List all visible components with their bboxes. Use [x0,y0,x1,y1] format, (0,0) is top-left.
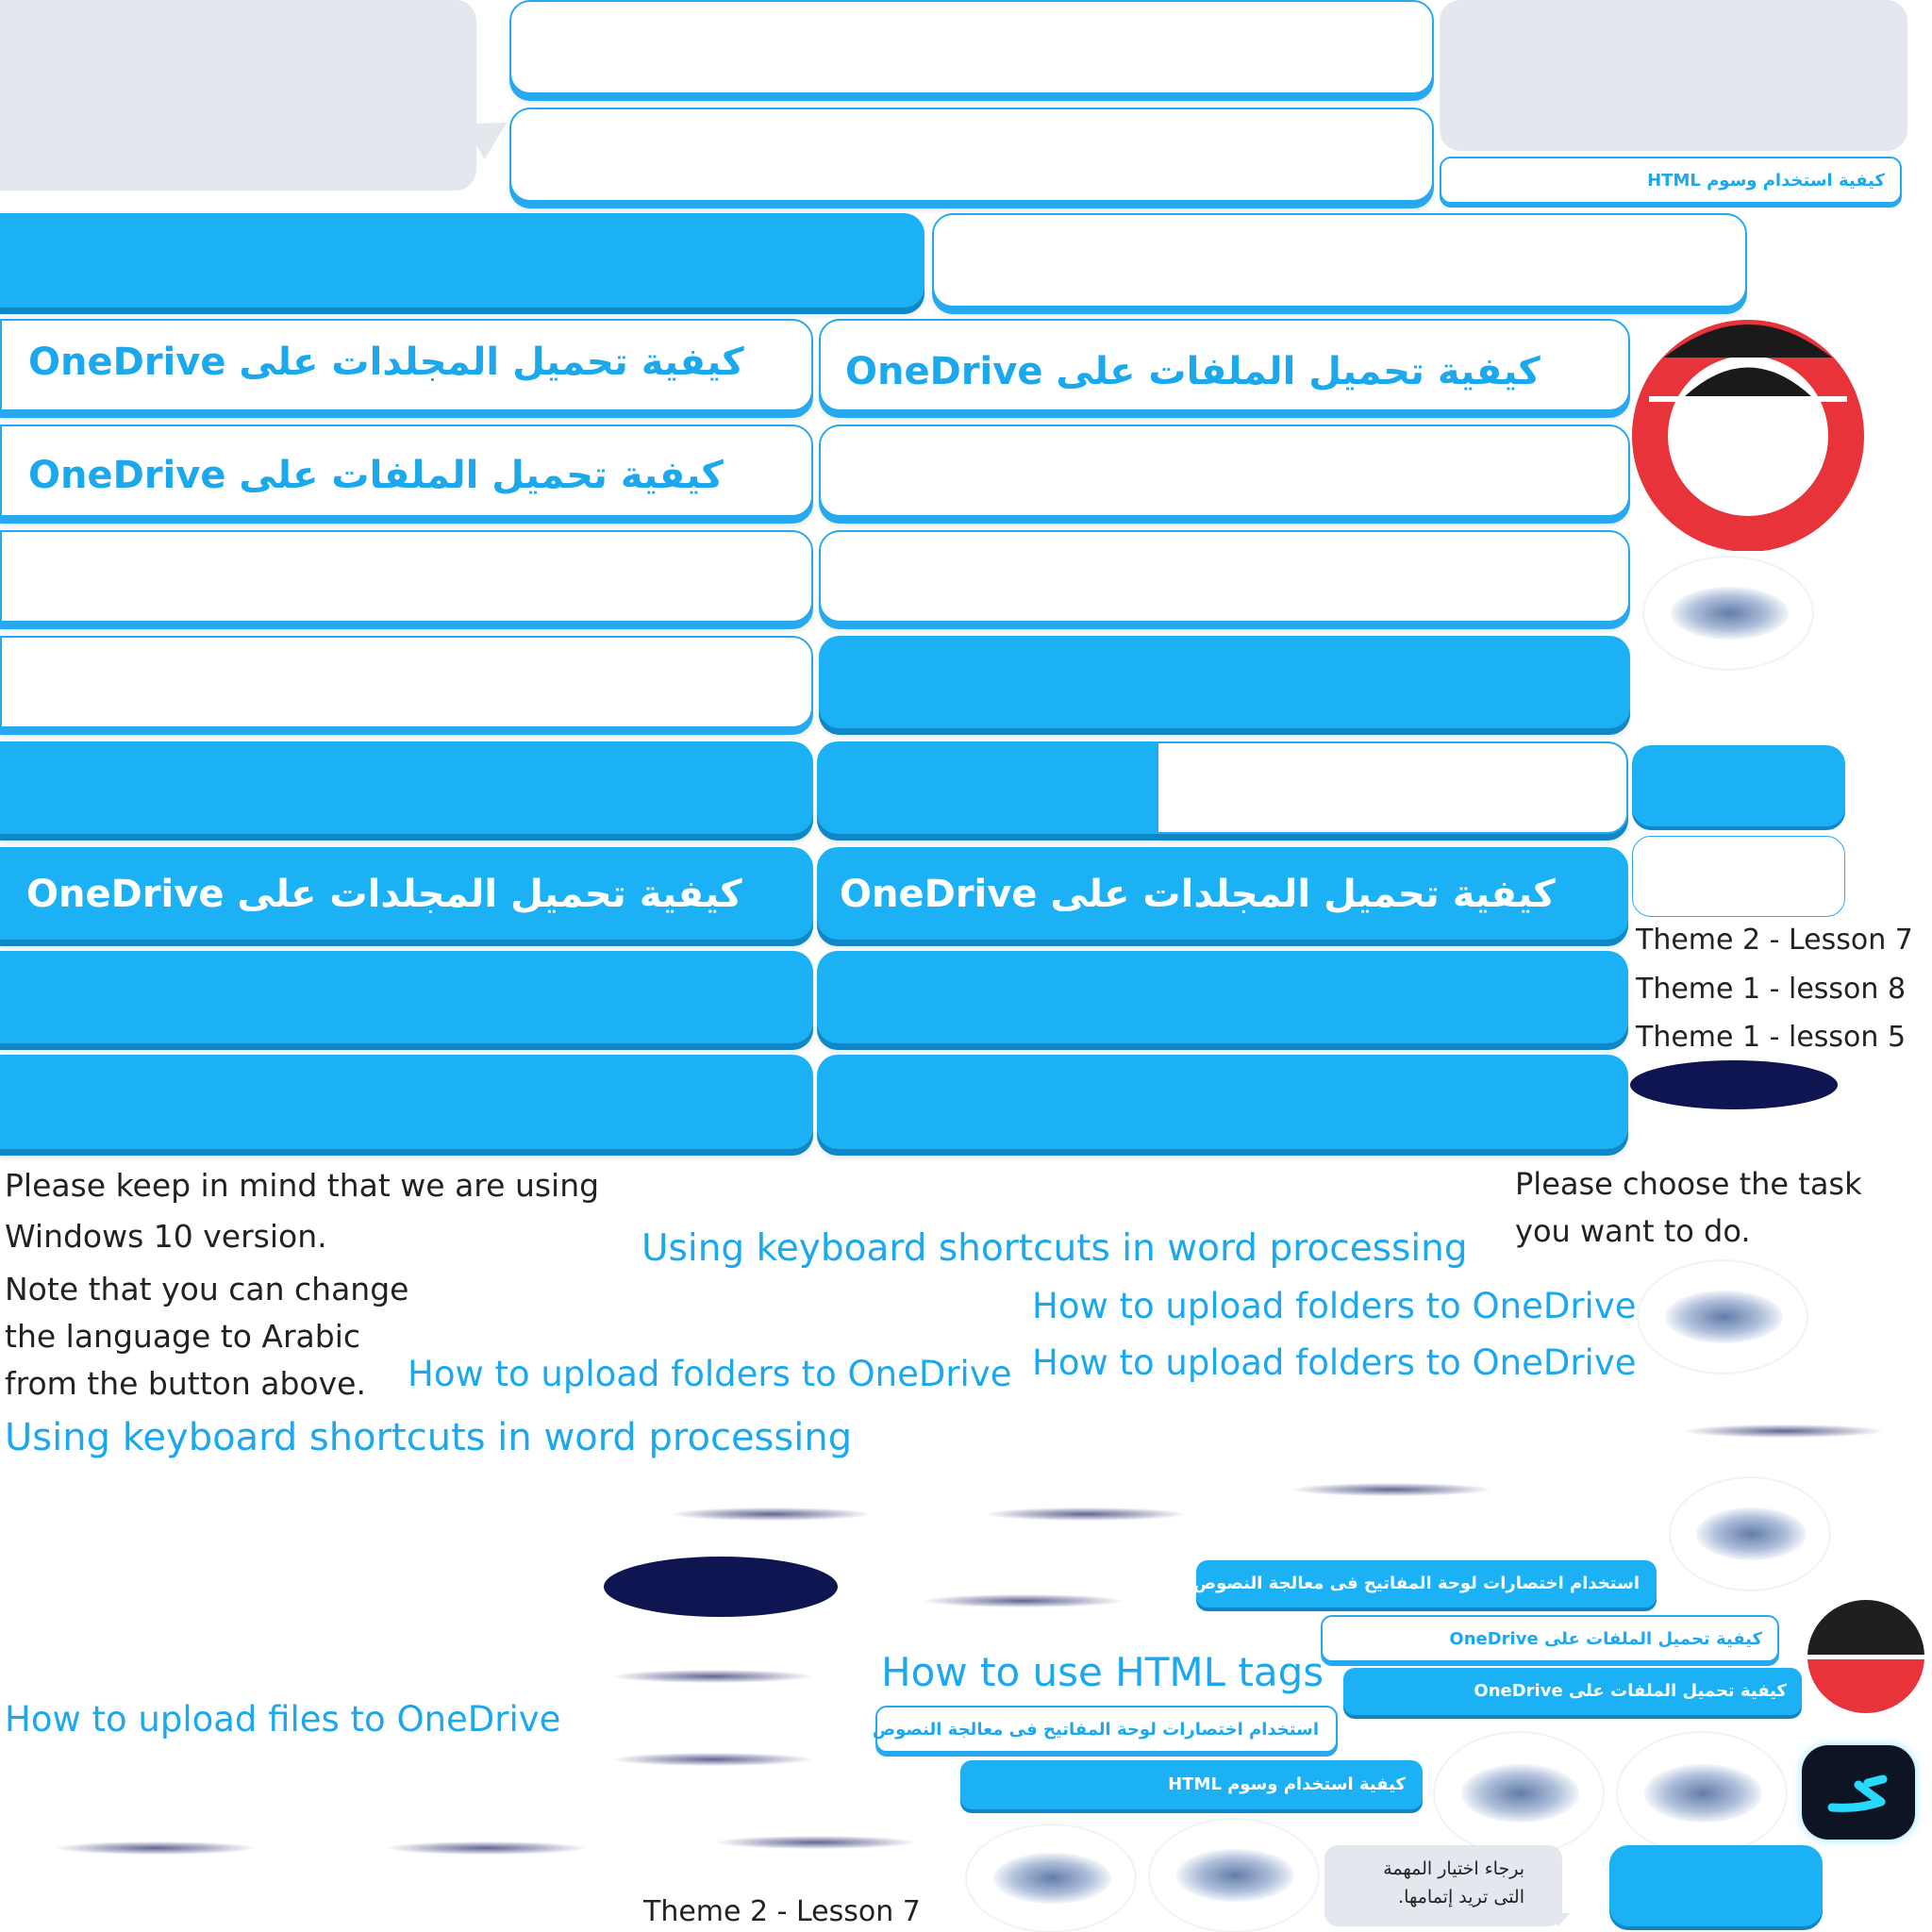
upload-files-button-white[interactable]: كيفية تحميل الملفات على OneDrive [819,319,1630,411]
shadow-line-icon [924,1594,1123,1607]
blurred-avatar-icon [1617,1732,1787,1855]
empty-button-white-r3[interactable] [819,530,1630,623]
shortcuts-button-white[interactable]: استخدام اختصارات لوحة المفاتيح فى معالجة… [872,1706,1338,1753]
empty-button-white-l4[interactable] [0,636,813,728]
folders-label-1: How to upload folders to OneDrive [1032,1286,1637,1326]
button-label: كيفية استخدام وسوم HTML [1168,1774,1406,1794]
speech-bubble-arabic: برجاء اختيار المهمة التى تريد إتمامها. [1324,1845,1562,1926]
note-line-5: from the button above. [5,1365,366,1402]
button-label: استخدام اختصارات لوحة المفاتيح فى معالجة… [1192,1574,1640,1593]
shadow-line-icon [1292,1483,1491,1496]
button-label: كيفية تحميل الملفات على OneDrive [1474,1681,1787,1701]
button-label: كيفية تحميل الملفات على OneDrive [1449,1629,1762,1649]
note-line-2: Windows 10 version. [5,1218,327,1255]
button-label: كيفية تحميل الملفات على OneDrive [845,350,1541,393]
choose-line-1: Please choose the task [1515,1166,1862,1202]
note-line-1: Please keep in mind that we are using [5,1167,600,1204]
blurred-avatar-icon [966,1824,1136,1932]
choose-line-2: you want to do. [1515,1213,1751,1249]
blurred-avatar-icon [1638,1260,1807,1374]
folders-label-2: How to upload folders to OneDrive [1032,1342,1637,1383]
html-tags-button-top[interactable]: كيفية استخدام وسوم HTML [1440,157,1902,204]
shadow-line-icon [387,1841,585,1855]
blurred-avatar-icon [1670,1477,1830,1591]
small-white-button[interactable] [1632,836,1845,917]
upload-files-button-small-blue[interactable]: كيفية تحميل الملفات على OneDrive [1343,1668,1802,1715]
html-tags-label: How to use HTML tags [881,1649,1324,1695]
speech-line-1: برجاء اختيار المهمة [1383,1858,1524,1879]
html-tags-button-blue[interactable]: كيفية استخدام وسوم HTML [960,1760,1423,1809]
arabic-letter-glow-icon[interactable] [1802,1745,1915,1840]
note-line-4: the language to Arabic [5,1318,361,1355]
button-label: كيفية استخدام وسوم HTML [1647,171,1885,191]
shadow-line-icon [613,1753,811,1766]
shortcuts-label-1: Using keyboard shortcuts in word process… [641,1227,1468,1270]
blue-bar-wide[interactable] [0,213,924,308]
empty-panel-top-2[interactable] [509,108,1434,202]
speech-line-2: التى تريد إتمامها. [1398,1887,1524,1907]
empty-button-blue-l7[interactable] [0,951,813,1043]
empty-button-blue-l5[interactable] [0,741,813,834]
small-blue-button[interactable] [1632,745,1845,826]
empty-button-white-l3[interactable] [0,530,813,623]
empty-panel-top-1[interactable] [509,0,1434,94]
lesson-label-3: Theme 1 - lesson 5 [1636,1021,1907,1054]
button-label: كيفية تحميل المجلدات على OneDrive [28,341,744,384]
upload-files-button-small-white[interactable]: كيفية تحميل الملفات على OneDrive [1321,1615,1779,1662]
button-label: كيفية تحميل الملفات على OneDrive [28,454,724,497]
progress-button-r5[interactable] [817,741,1628,834]
gray-panel-right [1440,0,1907,151]
progress-remaining [1157,741,1628,834]
folders-label-3: How to upload folders to OneDrive [408,1354,1012,1394]
shadow-line-icon [613,1670,811,1683]
shadow-line-icon [1685,1424,1883,1438]
lesson-label-2: Theme 1 - lesson 8 [1636,973,1907,1006]
upload-folders-button-blue-2[interactable]: كيفية تحميل المجلدات على OneDrive [817,847,1628,940]
shadow-line-icon [717,1836,915,1849]
upload-folders-button-blue[interactable]: كيفية تحميل المجلدات على OneDrive [0,847,813,940]
navy-ellipse-icon [604,1557,838,1617]
upload-folders-button-white[interactable]: كيفية تحميل المجلدات على OneDrive [0,319,813,411]
files-label: How to upload files to OneDrive [5,1699,561,1740]
language-toggle-icon[interactable] [1806,1598,1926,1715]
button-label: كيفية تحميل المجلدات على OneDrive [26,873,742,916]
shortcuts-label-2: Using keyboard shortcuts in word process… [5,1416,853,1459]
note-line-3: Note that you can change [5,1271,409,1307]
empty-panel-wide[interactable] [932,213,1747,308]
shadow-line-icon [672,1507,870,1521]
speech-bubble-tail [1547,1913,1570,1926]
empty-button-white-r2[interactable] [819,425,1630,517]
empty-button-blue-r4[interactable] [819,636,1630,728]
navy-ellipse-icon [1630,1060,1838,1109]
shadow-line-icon [987,1507,1185,1521]
lesson-label-bottom: Theme 2 - Lesson 7 [643,1895,921,1928]
button-label: كيفية تحميل المجلدات على OneDrive [840,873,1556,916]
upload-files-button-white-2[interactable]: كيفية تحميل الملفات على OneDrive [0,425,813,517]
small-blue-button-bottom[interactable] [1609,1845,1823,1926]
shortcuts-button-blue[interactable]: استخدام اختصارات لوحة المفاتيح فى معالجة… [1192,1560,1657,1607]
blurred-avatar-icon [1149,1819,1319,1932]
empty-button-blue-l8[interactable] [0,1055,813,1149]
empty-button-blue-r8[interactable] [817,1055,1628,1149]
shadow-line-icon [57,1841,255,1855]
empty-button-blue-r7[interactable] [817,951,1628,1043]
speech-bubble-left [0,0,476,191]
blurred-avatar-icon [1434,1732,1604,1855]
blurred-avatar-icon [1643,557,1813,670]
lesson-label-1: Theme 2 - Lesson 7 [1636,924,1913,957]
profile-ring-icon [1630,315,1866,552]
button-label: استخدام اختصارات لوحة المفاتيح فى معالجة… [872,1720,1319,1740]
